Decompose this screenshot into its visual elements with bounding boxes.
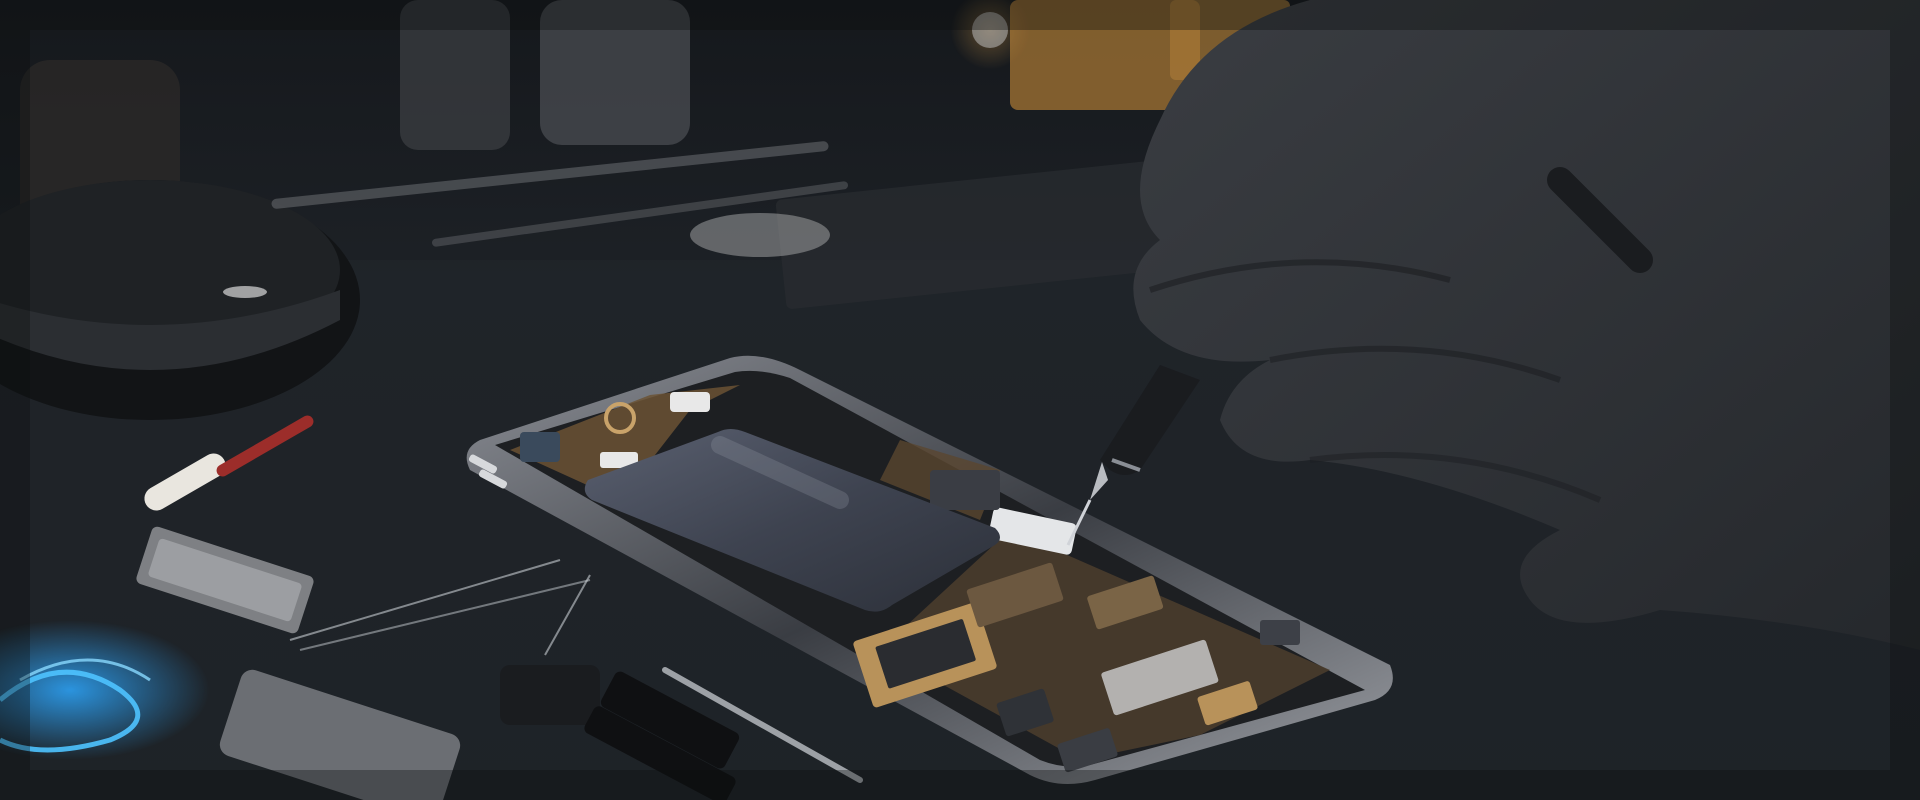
scene-illustration bbox=[0, 0, 1920, 800]
repair-scene bbox=[0, 0, 1920, 800]
